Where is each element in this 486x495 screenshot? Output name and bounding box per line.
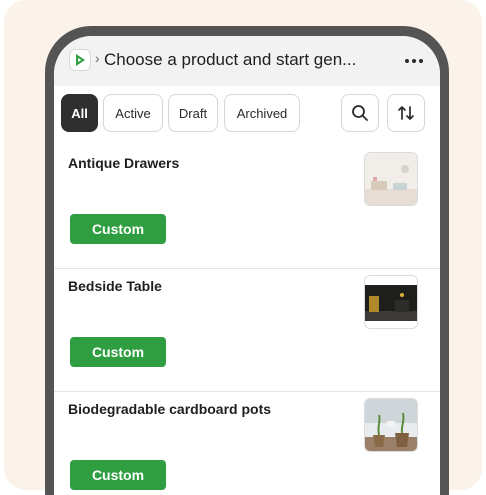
dot — [412, 59, 416, 63]
dot — [405, 59, 409, 63]
app-logo-icon[interactable] — [69, 49, 91, 71]
dot — [419, 59, 423, 63]
filter-tab-archived[interactable]: Archived — [224, 94, 300, 132]
filter-tab-all[interactable]: All — [61, 94, 98, 132]
drawers-thumbnail — [364, 152, 418, 206]
product-name: Antique Drawers — [68, 155, 180, 171]
app-screen: › Choose a product and start gen... All … — [54, 36, 440, 495]
product-row[interactable]: Biodegradable cardboard pots Custom — [54, 392, 440, 495]
search-button[interactable] — [341, 94, 379, 132]
more-options-icon[interactable] — [399, 49, 429, 73]
sort-icon — [398, 106, 414, 120]
custom-button[interactable]: Custom — [70, 214, 166, 244]
bedside-table-thumbnail — [364, 275, 418, 329]
page-title: Choose a product and start gen... — [104, 50, 357, 69]
sort-button[interactable] — [387, 94, 425, 132]
cardboard-pots-thumbnail — [364, 398, 418, 452]
custom-button[interactable]: Custom — [70, 337, 166, 367]
product-row[interactable]: Antique Drawers Custom — [54, 146, 440, 269]
top-bar: › Choose a product and start gen... — [54, 36, 440, 86]
custom-button[interactable]: Custom — [70, 460, 166, 490]
product-row[interactable]: Bedside Table Custom — [54, 269, 440, 392]
filter-bar: All Active Draft Archived — [54, 86, 440, 146]
product-name: Bedside Table — [68, 278, 162, 294]
filter-tab-draft[interactable]: Draft — [168, 94, 218, 132]
search-icon — [352, 105, 368, 121]
product-name: Biodegradable cardboard pots — [68, 401, 272, 417]
filter-tab-active[interactable]: Active — [103, 94, 163, 132]
product-list: Antique Drawers Custom Bedside Table Cus… — [54, 146, 440, 495]
breadcrumb-separator: › — [95, 50, 100, 66]
